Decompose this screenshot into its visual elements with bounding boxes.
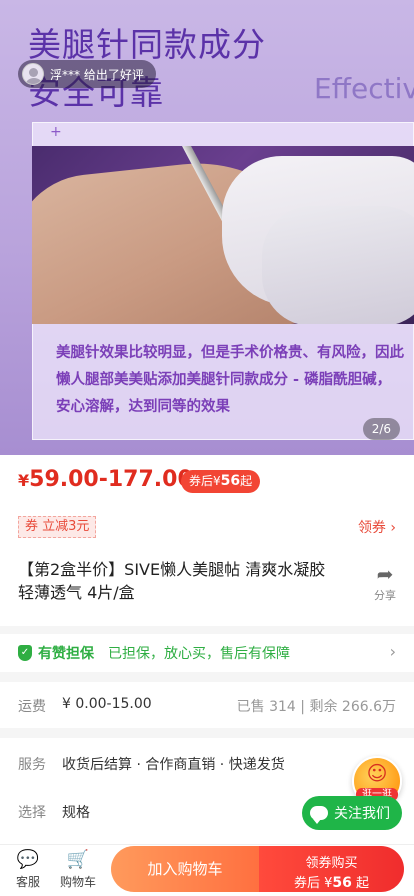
review-toast: 浮*** 给出了好评 bbox=[18, 60, 156, 88]
shipping-fee: ¥ 0.00-15.00 bbox=[62, 696, 152, 712]
get-coupon-label: 领券 bbox=[357, 520, 386, 536]
share-label: 分享 bbox=[374, 589, 396, 602]
service-label: 服务 bbox=[18, 757, 46, 773]
guarantee-row[interactable]: ✓ 有赞担保 已担保，放心买，售后有保障 › bbox=[0, 626, 414, 672]
shipping-row: 运费 ¥ 0.00-15.00 已售 314 | 剩余 266.6万 bbox=[0, 682, 414, 728]
add-to-cart-button[interactable]: 加入购物车 bbox=[111, 846, 259, 892]
plus-icon: + bbox=[50, 124, 62, 140]
cart-label: 购物车 bbox=[59, 875, 96, 889]
price-currency: ¥ bbox=[18, 471, 30, 490]
guarantee-content: ✓ 有赞担保 已担保，放心买，售后有保障 bbox=[18, 643, 290, 663]
chat-icon: 💬 bbox=[16, 849, 40, 870]
get-coupon-link[interactable]: 领券 › bbox=[358, 517, 396, 537]
chevron-right-icon: › bbox=[390, 520, 396, 536]
hero-effective-text: Effective bbox=[314, 72, 414, 105]
sales-stats: 已售 314 | 剩余 266.6万 bbox=[236, 699, 396, 715]
guarantee-name: 有赞担保 bbox=[38, 646, 94, 662]
shipping-label: 运费 bbox=[18, 699, 46, 715]
customer-service-tab[interactable]: 💬 客服 bbox=[8, 849, 48, 890]
coupon-price-prefix: 券后 bbox=[189, 474, 214, 488]
product-page: 美腿针同款成分 安全可靠 Effective 浮*** 给出了好评 + 美腿针效… bbox=[0, 0, 414, 896]
spec-selector[interactable]: 规格 bbox=[62, 802, 90, 822]
hero-banner[interactable]: 美腿针同款成分 安全可靠 Effective 浮*** 给出了好评 + 美腿针效… bbox=[0, 0, 414, 455]
shield-check-icon: ✓ bbox=[18, 645, 32, 661]
buy-button-line1: 领券购买 bbox=[305, 856, 358, 871]
chat-bubble-icon bbox=[310, 806, 328, 824]
service-text[interactable]: 收货后结算 · 合作商直销 · 快递发货 bbox=[62, 754, 285, 774]
customer-service-label: 客服 bbox=[15, 875, 40, 889]
bottom-action-bar: 💬 客服 🛒 购物车 加入购物车 领券购买 券后 ¥56 起 bbox=[0, 844, 414, 896]
hero-description: 美腿针效果比较明显，但是手术价格贵、有风险，因此懒人腿部美美贴添加美腿针同款成分… bbox=[56, 345, 404, 415]
review-toast-text: 浮*** 给出了好评 bbox=[50, 67, 144, 82]
price: ¥59.00-177.00 bbox=[18, 467, 193, 492]
coupon-tag: 券 立减3元 bbox=[18, 516, 97, 538]
share-icon: ➦ bbox=[376, 562, 394, 586]
buy-price-prefix: 券后 ¥ bbox=[293, 876, 333, 891]
share-button[interactable]: ➦ 分享 bbox=[368, 563, 402, 603]
buy-price-suffix: 起 bbox=[356, 876, 370, 891]
chevron-right-icon: › bbox=[389, 642, 396, 661]
hero-product-image bbox=[32, 146, 414, 324]
coupon-price-suffix: 起 bbox=[240, 474, 253, 488]
shopping-bag-icon: ☺ bbox=[366, 761, 388, 785]
coupon-price-currency: ¥ bbox=[213, 474, 221, 488]
coupon-price-value: 56 bbox=[220, 473, 241, 489]
guarantee-text: 已担保，放心买，售后有保障 bbox=[108, 646, 290, 662]
service-section: 服务 收货后结算 · 合作商直销 · 快递发货 选择 规格 bbox=[0, 738, 414, 848]
cart-tab[interactable]: 🛒 购物车 bbox=[58, 849, 98, 890]
avatar bbox=[22, 63, 44, 85]
buy-price-value: 56 bbox=[332, 875, 352, 891]
glove-illustration bbox=[262, 206, 414, 324]
buy-with-coupon-button[interactable]: 领券购买 券后 ¥56 起 bbox=[259, 846, 404, 892]
follow-us-button[interactable]: 关注我们 bbox=[302, 796, 402, 830]
coupon-price-badge: 券后¥56起 bbox=[181, 470, 261, 493]
follow-us-label: 关注我们 bbox=[334, 806, 390, 822]
buy-button-line2: 券后 ¥56 起 bbox=[259, 872, 404, 891]
coupon-row[interactable]: 券 立减3元 领券 › bbox=[0, 513, 414, 541]
cart-icon: 🛒 bbox=[66, 849, 90, 870]
hero-title: 美腿针同款成分 bbox=[28, 25, 266, 64]
product-title: 【第2盒半价】SIVE懒人美腿帖 清爽水凝胶 轻薄透气 4片/盒 bbox=[18, 560, 326, 602]
carousel-page-indicator: 2/6 bbox=[362, 418, 400, 440]
price-range: 59.00-177.00 bbox=[29, 467, 193, 492]
select-label: 选择 bbox=[18, 805, 46, 821]
